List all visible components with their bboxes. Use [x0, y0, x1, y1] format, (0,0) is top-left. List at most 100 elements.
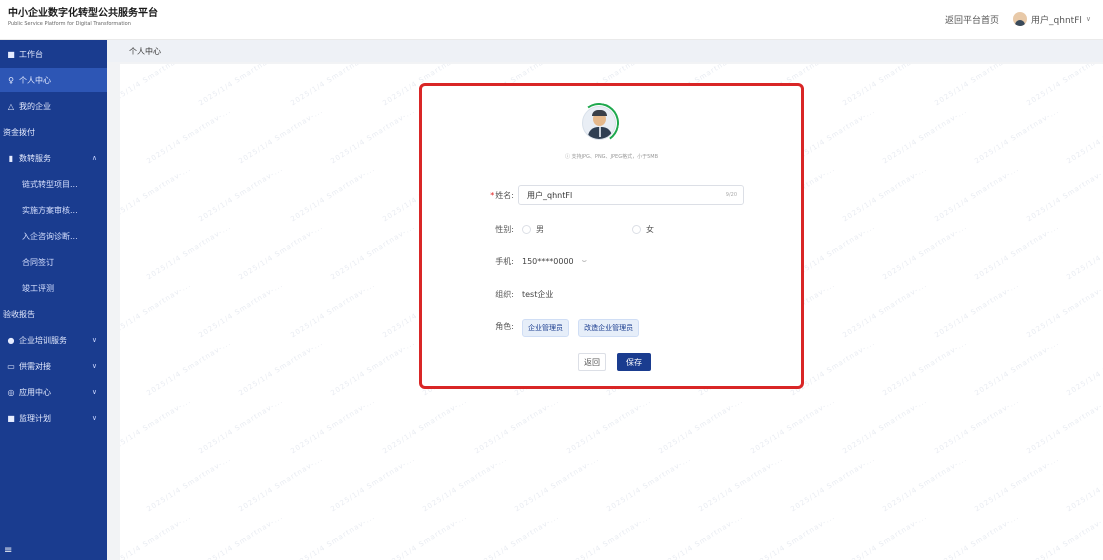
phone-label: 手机:: [495, 256, 514, 266]
profile-avatar[interactable]: [582, 106, 616, 140]
sidebar-subitem-chain-project[interactable]: 链式转型项目...: [0, 172, 107, 196]
header-actions: 返回平台首页 用户_qhntFl ∨: [945, 12, 1091, 26]
company-icon: △: [7, 101, 15, 111]
name-char-counter: 9/20: [725, 192, 737, 198]
watermark-text: 2025/1/4 Smartnav-...: [329, 454, 417, 514]
watermark-text: 2025/1/4 Smartnav-...: [605, 454, 693, 514]
gender-female-label: 女: [646, 224, 654, 234]
watermark-text: 2025/1/4 Smartnav-...: [881, 106, 969, 166]
watermark-text: 2025/1/4 Smartnav-...: [841, 396, 929, 456]
phone-value: 150****0000 ⌣: [518, 256, 587, 266]
save-button[interactable]: 保存: [617, 353, 651, 371]
sidebar-item-label: 应用中心: [19, 387, 51, 397]
phone-number: 150****0000: [522, 256, 574, 266]
watermark-text: 2025/1/4 Smartnav-...: [1065, 455, 1103, 514]
sidebar-item-label: 监理计划: [19, 413, 51, 423]
gender-label: 性别:: [495, 224, 514, 234]
sidebar-item-personal-center[interactable]: ♀ 个人中心: [0, 68, 107, 92]
watermark-text: 2025/1/4 Smartnav-...: [933, 512, 1021, 560]
user-name: 用户_qhntFl: [1031, 15, 1082, 26]
watermark-text: 2025/1/4 Smartnav-...: [381, 512, 469, 560]
gender-female-radio[interactable]: 女: [632, 224, 654, 235]
sidebar-item-app-center[interactable]: ◎ 应用中心 ∨: [0, 380, 107, 404]
sidebar-item-training[interactable]: ● 企业培训服务 ∨: [0, 328, 107, 352]
sidebar-item-supply-demand[interactable]: ▭ 供需对接 ∨: [0, 354, 107, 378]
user-avatar-icon: [1013, 12, 1028, 26]
user-icon: ♀: [8, 75, 14, 85]
sidebar-item-workbench[interactable]: ■ 工作台: [0, 42, 107, 66]
watermark-text: 2025/1/4 Smartnav-...: [197, 396, 285, 456]
sidebar-item-label: 实施方案审核...: [22, 205, 78, 215]
watermark-text: 2025/1/4 Smartnav-...: [289, 64, 377, 108]
watermark-text: 2025/1/4 Smartnav-...: [881, 338, 969, 398]
watermark-text: 2025/1/4 Smartnav-...: [565, 396, 653, 456]
watermark-text: 2025/1/4 Smartnav-...: [841, 64, 929, 108]
watermark-text: 2025/1/4 Smartnav-...: [145, 222, 233, 282]
user-menu[interactable]: 用户_qhntFl ∨: [1013, 12, 1091, 26]
watermark-text: 2025/1/4 Smartnav-...: [145, 106, 233, 166]
watermark-text: 2025/1/4 Smartnav-...: [473, 396, 561, 456]
watermark-text: 2025/1/4 Smartnav-...: [973, 222, 1061, 282]
watermark-text: 2025/1/4 Smartnav-...: [381, 396, 469, 456]
watermark-text: 2025/1/4 Smartnav-...: [749, 396, 837, 456]
watermark-text: 2025/1/4 Smartnav-...: [237, 106, 325, 166]
radio-circle-icon: [632, 224, 641, 234]
sidebar-item-label: 企业培训服务: [19, 335, 67, 345]
name-row: *姓名: 用户_qhntFl 9/20: [422, 184, 744, 206]
sidebar-item-digital-services[interactable]: ▮ 数转服务 ∧: [0, 146, 107, 170]
watermark-text: 2025/1/4 Smartnav-...: [120, 512, 193, 560]
brand-logo[interactable]: 中小企业数字化转型公共服务平台 Public Service Platform …: [8, 7, 158, 29]
watermark-text: 2025/1/4 Smartnav-...: [120, 64, 193, 108]
back-button[interactable]: 返回: [578, 353, 606, 371]
sidebar-subitem-plan-review[interactable]: 实施方案审核...: [0, 198, 107, 222]
sidebar-item-label: 竣工评测: [22, 283, 54, 293]
avatar-format-hint: ⓘ 支持JPG、PNG、JPEG格式，小于5MB: [564, 154, 659, 160]
watermark-text: 2025/1/4 Smartnav-...: [933, 64, 1021, 108]
sidebar-item-label: 链式转型项目...: [22, 179, 78, 189]
sidebar-item-label: 合同签订: [22, 257, 54, 267]
watermark-text: 2025/1/4 Smartnav-...: [1025, 396, 1103, 456]
sidebar-subitem-contract[interactable]: 合同签订: [0, 250, 107, 274]
sidebar-item-supervision-plan[interactable]: ■ 监理计划 ∨: [0, 406, 107, 430]
gender-male-radio[interactable]: 男: [522, 224, 544, 235]
sidebar: ■ 工作台 ♀ 个人中心 △ 我的企业 资金拨付 ▮ 数转服务 ∧ 链式转型项目…: [0, 40, 107, 560]
avatar-hair: [592, 110, 607, 116]
watermark-text: 2025/1/4 Smartnav-...: [657, 396, 745, 456]
brand-subtitle: Public Service Platform for Digital Tran…: [8, 21, 131, 27]
gender-male-label: 男: [536, 224, 544, 234]
watermark-text: 2025/1/4 Smartnav-...: [841, 512, 929, 560]
role-tags: 企业管理员 改造企业管理员: [518, 315, 640, 337]
breadcrumb: 个人中心: [107, 40, 1103, 62]
avatar-tie: [599, 127, 601, 137]
sidebar-item-acceptance-report[interactable]: 验收报告: [0, 302, 107, 326]
chart-icon: ▮: [8, 153, 14, 163]
watermark-text: 2025/1/4 Smartnav-...: [120, 396, 193, 456]
return-home-link[interactable]: 返回平台首页: [945, 13, 999, 26]
sidebar-item-my-company[interactable]: △ 我的企业: [0, 94, 107, 118]
name-input[interactable]: 用户_qhntFl 9/20: [518, 185, 744, 205]
top-header: 中小企业数字化转型公共服务平台 Public Service Platform …: [0, 0, 1103, 40]
watermark-text: 2025/1/4 Smartnav-...: [473, 512, 561, 560]
sidebar-item-label: 验收报告: [3, 309, 35, 319]
role-row: 角色: 企业管理员 改造企业管理员: [422, 315, 640, 337]
eye-hidden-icon[interactable]: ⌣: [582, 256, 587, 266]
name-label-text: 姓名:: [495, 190, 514, 200]
phone-row: 手机: 150****0000 ⌣: [422, 250, 587, 272]
sidebar-subitem-completion-eval[interactable]: 竣工评测: [0, 276, 107, 300]
sidebar-subitem-consulting[interactable]: 入企咨询诊断...: [0, 224, 107, 248]
sidebar-item-label: 工作台: [19, 49, 43, 59]
chevron-down-icon: ∨: [91, 362, 97, 370]
role-tag: 企业管理员: [522, 319, 569, 337]
sidebar-item-funding[interactable]: 资金拨付: [0, 120, 107, 144]
profile-form-panel: ⓘ 支持JPG、PNG、JPEG格式，小于5MB *姓名: 用户_qhntFl …: [419, 83, 804, 389]
sidebar-item-label: 我的企业: [19, 101, 51, 111]
watermark-text: 2025/1/4 Smartnav-...: [421, 454, 509, 514]
watermark-text: 2025/1/4 Smartnav-...: [289, 512, 377, 560]
chevron-down-icon: ∨: [91, 388, 97, 396]
watermark-text: 2025/1/4 Smartnav-...: [237, 454, 325, 514]
org-label: 组织:: [495, 289, 514, 299]
menu-collapse-icon[interactable]: ≡: [4, 545, 12, 556]
watermark-text: 2025/1/4 Smartnav-...: [973, 106, 1061, 166]
org-row: 组织: test企业: [422, 283, 553, 305]
breadcrumb-current: 个人中心: [129, 47, 161, 56]
